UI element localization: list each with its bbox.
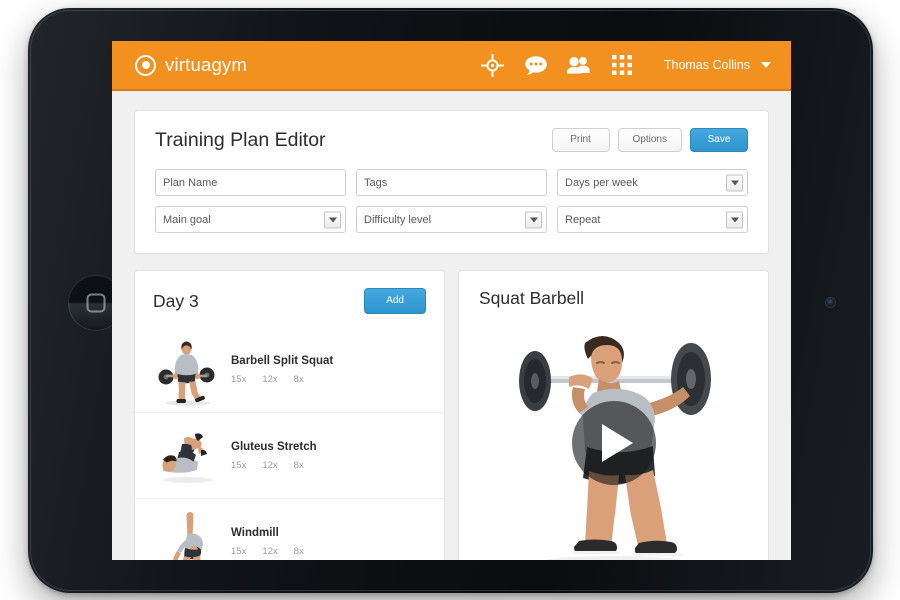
rep-set: 15x [231,373,247,385]
plan-form: Plan Name Tags Days per week Main goal D… [155,169,748,233]
camera-dot-icon [825,297,836,308]
exercise-info: Gluteus Stretch 15x 12x 8x [231,441,317,471]
day-title: Day 3 [153,290,199,311]
training-plan-editor-card: Training Plan Editor Print Options Save … [134,110,769,254]
exercise-reps: 15x 12x 8x [231,460,317,471]
repeat-select[interactable]: Repeat [557,206,748,233]
home-button-glyph [86,293,106,313]
header-nav: Thomas Collins [481,53,771,77]
list-item[interactable]: Windmill 15x 12x 8x [135,499,444,560]
device-scene: virtuagym Thomas Collins Training Plan E… [0,0,900,600]
list-item[interactable]: Barbell Split Squat 15x 12x 8x [135,327,444,413]
gluteus-stretch-thumb [157,420,219,492]
page-body: Training Plan Editor Print Options Save … [112,91,791,560]
days-per-week-select[interactable]: Days per week [557,169,748,196]
add-exercise-button[interactable]: Add [364,288,426,314]
rep-set: 12x [262,459,278,471]
lower-panels: Day 3 Add Barbell Split Squat 15x 12x 8x… [134,270,769,560]
user-name: Thomas Collins [663,58,750,72]
rep-set: 8x [293,373,304,385]
editor-header: Training Plan Editor Print Options Save [155,128,748,152]
exercise-name: Barbell Split Squat [231,354,334,367]
plan-name-placeholder: Plan Name [163,176,218,189]
difficulty-level-select[interactable]: Difficulty level [356,206,547,233]
crosshair-target-icon[interactable] [481,53,505,77]
rep-set: 12x [262,373,278,385]
brand-name: virtuagym [165,54,247,75]
exercise-info: Barbell Split Squat 15x 12x 8x [231,355,333,385]
exercise-reps: 15x 12x 8x [231,374,333,385]
chat-bubble-icon[interactable] [524,53,548,77]
chevron-down-icon [525,211,542,228]
tags-placeholder: Tags [364,176,388,189]
chevron-down-icon [761,62,771,68]
main-goal-select[interactable]: Main goal [155,206,346,233]
rep-set: 15x [231,459,247,471]
editor-actions: Print Options Save [551,128,748,152]
user-menu[interactable]: Thomas Collins [664,58,771,72]
grid-apps-icon[interactable] [610,53,634,77]
list-item[interactable]: Gluteus Stretch 15x 12x 8x [135,413,444,499]
repeat-value: Repeat [565,213,601,226]
exercise-name: Gluteus Stretch [231,440,317,453]
main-goal-value: Main goal [163,213,211,226]
video-panel: Squat Barbell [458,270,769,560]
chevron-down-icon [726,174,743,191]
video-header: Squat Barbell [459,271,768,319]
play-button[interactable] [571,401,656,485]
play-triangle-icon [601,424,633,462]
brand-logo[interactable]: virtuagym [135,54,247,76]
rep-set: 12x [262,546,278,557]
plan-name-input[interactable]: Plan Name [155,169,346,196]
chevron-down-icon [726,211,743,228]
people-icon[interactable] [566,53,591,77]
rep-set: 15x [231,546,247,557]
tablet-frame: virtuagym Thomas Collins Training Plan E… [28,8,873,593]
options-button[interactable]: Options [617,128,682,152]
target-circle-icon [135,54,156,76]
app-header: virtuagym Thomas Collins [112,41,791,91]
day-header: Day 3 Add [135,271,444,327]
tags-input[interactable]: Tags [356,169,547,196]
video-title: Squat Barbell [479,288,585,308]
days-per-week-value: Days per week [565,176,638,189]
rep-set: 8x [293,546,304,557]
print-button[interactable]: Print [551,128,610,152]
windmill-thumb [157,506,219,560]
difficulty-level-value: Difficulty level [364,213,432,226]
barbell-split-squat-thumb [157,334,219,406]
exercise-name: Windmill [231,527,279,539]
tablet-screen: virtuagym Thomas Collins Training Plan E… [112,41,791,560]
chevron-down-icon [324,211,341,228]
exercise-video-player[interactable] [459,319,768,560]
page-title: Training Plan Editor [155,128,326,151]
rep-set: 8x [293,459,304,471]
save-button[interactable]: Save [690,128,748,152]
exercise-info: Windmill 15x 12x 8x [231,527,304,557]
day-panel: Day 3 Add Barbell Split Squat 15x 12x 8x… [134,270,445,560]
exercise-reps: 15x 12x 8x [231,546,304,557]
